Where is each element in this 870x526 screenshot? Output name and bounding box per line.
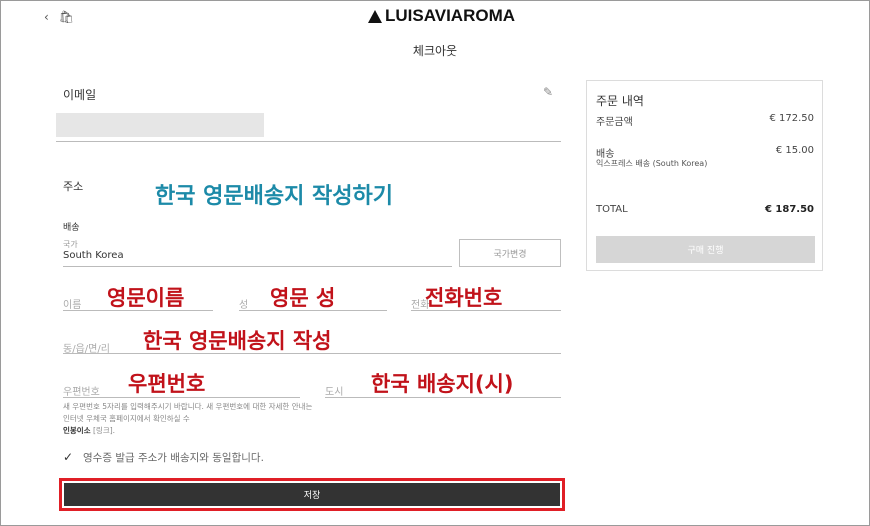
brand-name: LUISAVIAROMA [385,6,516,25]
top-nav: ‹ 🛍︎ [44,10,74,24]
last-name-input[interactable]: 성 [239,296,248,311]
annotation-main-title: 한국 영문배송지 작성하기 [155,184,393,209]
order-summary-panel: 주문 내역 주문금액 € 172.50 배송 € 15.00 익스프레스 배송 … [586,80,823,271]
save-button[interactable]: 저장 [64,483,560,506]
annotation-address: 한국 영문배송지 작성 [143,329,332,353]
annotation-postcode: 우편번호 [128,372,206,396]
shipping-method: 익스프레스 배송 (South Korea) [596,159,708,168]
save-button-highlight: 저장 [59,478,565,511]
annotation-last-name: 영문 성 [270,286,336,310]
billing-same-checkbox[interactable]: ✓ [63,451,75,463]
brand-logo[interactable]: LUISAVIAROMA [367,6,515,26]
postcode-note: 새 우편번호 5자리를 입력해주시기 바랍니다. 새 우편번호에 대한 자세한 … [63,401,313,437]
country-label: 국가 [63,240,78,249]
annotation-first-name: 영문이름 [107,286,185,310]
shipping-summary-value: € 15.00 [775,145,814,156]
subtotal-label: 주문금액 [596,117,633,128]
total-label: TOTAL [596,204,628,215]
email-underline [56,141,561,142]
total-value: € 187.50 [764,204,814,215]
logo-mark-icon [368,10,382,23]
shipping-label: 배송 [63,223,80,233]
email-value-redacted [56,113,264,137]
postcode-input[interactable]: 우편번호 [63,383,100,398]
subtotal-value: € 172.50 [769,113,814,124]
postcode-note-suffix: [링크]. [93,426,116,435]
postcode-note-link[interactable]: 인봉이소 [63,426,91,435]
billing-same-label: 영수증 발급 주소가 배송지와 동일합니다. [83,452,264,464]
country-underline [63,266,452,267]
country-value: South Korea [63,250,124,261]
order-summary-title: 주문 내역 [596,94,644,108]
change-country-button[interactable]: 국가변경 [459,239,561,267]
back-icon[interactable]: ‹ [44,10,49,24]
city-input[interactable]: 도시 [325,383,343,398]
postcode-note-text: 새 우편번호 5자리를 입력해주시기 바랍니다. 새 우편번호에 대한 자세한 … [63,402,313,423]
first-name-input[interactable]: 이름 [63,296,81,311]
page-title: 체크아웃 [412,44,458,58]
proceed-purchase-button[interactable]: 구매 진행 [596,236,815,263]
bag-icon[interactable]: 🛍︎ [59,10,74,24]
annotation-city: 한국 배송지(시) [371,372,514,396]
edit-email-icon[interactable]: ✎ [543,85,553,99]
annotation-phone: 전화번호 [425,286,503,310]
address-section-title: 주소 [63,180,84,193]
email-section-title: 이메일 [63,88,97,102]
